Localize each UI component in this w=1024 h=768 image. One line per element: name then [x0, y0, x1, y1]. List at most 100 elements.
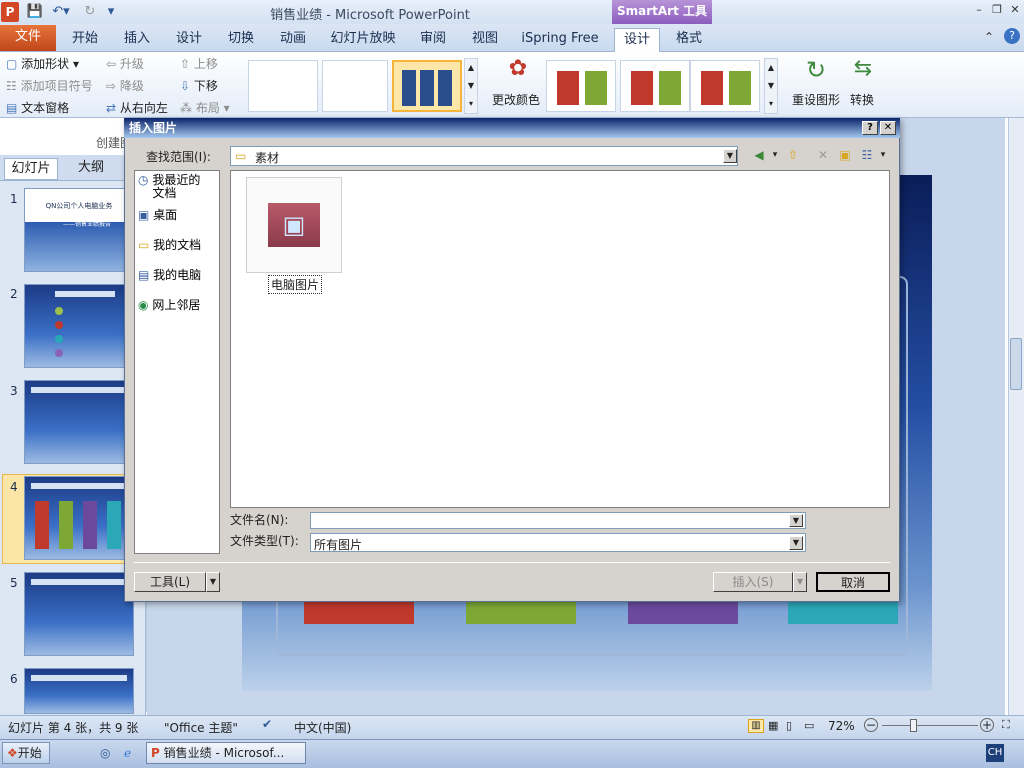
style-option-3[interactable] [690, 60, 760, 112]
layout-option-3[interactable] [392, 60, 462, 112]
layout-option-2[interactable] [322, 60, 388, 112]
reset-graphic-button[interactable]: 重设图形 [792, 90, 840, 110]
tab-slideshow[interactable]: 幻灯片放映 [326, 28, 400, 52]
places-bar [134, 170, 220, 554]
convert-button[interactable]: 转换 [850, 90, 874, 110]
style-option-1[interactable] [546, 60, 616, 112]
restore-icon[interactable]: ❐ [990, 3, 1004, 17]
move-up-button[interactable]: ⇧ 上移 [180, 54, 218, 74]
slide-thumbnail-2[interactable] [24, 284, 134, 368]
views-dropdown-icon[interactable]: ▾ [876, 148, 890, 162]
place-desktop[interactable]: ▣ 桌面 [138, 209, 177, 222]
dialog-help-button[interactable]: ? [862, 121, 878, 135]
smartart-shape-red[interactable] [304, 600, 414, 624]
tools-button[interactable]: 工具(L) [134, 572, 206, 592]
language-indicator[interactable]: 中文(中国) [294, 719, 351, 736]
slide-sorter-icon[interactable]: ▦ [768, 719, 778, 732]
fit-to-window-icon[interactable]: ⛶ [1002, 718, 1010, 732]
new-folder-icon[interactable]: ▣ [838, 148, 852, 162]
tab-transitions[interactable]: 切换 [218, 28, 264, 52]
look-in-dropdown[interactable]: ▭ 素材 ▼ [230, 146, 738, 166]
layout-gallery-scroll[interactable]: ▲ ▼ ▾ [464, 58, 478, 114]
place-network[interactable]: ◉ 网上邻居 [138, 299, 200, 312]
tab-slides[interactable]: 幻灯片 [4, 158, 58, 180]
zoom-slider-track[interactable] [882, 725, 978, 726]
smartart-shape-purple[interactable] [628, 600, 738, 624]
zoom-level[interactable]: 72% [828, 719, 855, 733]
ie-icon[interactable]: ℯ [124, 746, 131, 760]
theme-name[interactable]: "Office 主题" [164, 719, 238, 736]
help-icon[interactable]: ? [1004, 28, 1020, 44]
my-computer-icon: ▤ [138, 268, 150, 282]
tab-animations[interactable]: 动画 [270, 28, 316, 52]
tools-dropdown-icon[interactable]: ▼ [206, 572, 220, 592]
right-to-left-button[interactable]: ⇄ 从右向左 [106, 98, 168, 118]
chevron-down-icon[interactable]: ▼ [789, 514, 803, 527]
promote-button[interactable]: ⇦ 升级 [106, 54, 144, 74]
show-desktop-icon[interactable]: ◎ [100, 746, 110, 760]
reading-view-icon[interactable]: ▯ [786, 719, 792, 732]
file-thumbnail[interactable]: ▣ [246, 177, 342, 273]
filename-input[interactable]: ▼ [310, 512, 806, 529]
slide-thumbnail-5[interactable] [24, 572, 134, 656]
place-recent-documents[interactable]: ◷ 我最近的文档 [138, 174, 206, 200]
slide-thumbnail-1[interactable]: QN公司个人电脑业务 ——销售业绩报告 [24, 188, 134, 272]
tab-file[interactable]: 文件 [0, 25, 56, 51]
zoom-out-icon[interactable]: − [864, 718, 878, 732]
style-option-2[interactable] [620, 60, 690, 112]
move-down-button[interactable]: ⇩ 下移 [180, 76, 218, 96]
tab-review[interactable]: 审阅 [410, 28, 456, 52]
chevron-down-icon[interactable]: ▼ [789, 536, 803, 550]
smartart-shape-green[interactable] [466, 600, 576, 624]
layout-option-1[interactable] [248, 60, 318, 112]
chevron-down-icon[interactable]: ▼ [723, 149, 737, 163]
zoom-in-icon[interactable]: + [980, 718, 994, 732]
delete-icon[interactable]: ✕ [816, 148, 830, 162]
minimize-icon[interactable]: – [972, 3, 986, 17]
slide-thumbnail-6[interactable] [24, 668, 134, 714]
back-icon[interactable]: ◀ [752, 148, 766, 162]
back-dropdown-icon[interactable]: ▾ [768, 148, 782, 162]
filetype-dropdown[interactable]: 所有图片 ▼ [310, 533, 806, 552]
zoom-slider-thumb[interactable] [910, 719, 917, 732]
tab-design[interactable]: 设计 [166, 28, 212, 52]
slide-thumbnail-4[interactable] [24, 476, 134, 560]
change-colors-button[interactable]: 更改颜色 [492, 90, 540, 110]
place-my-documents[interactable]: ▭ 我的文档 [138, 239, 201, 252]
slide-thumbnail-3[interactable] [24, 380, 134, 464]
add-shape-button[interactable]: ▢ 添加形状 ▾ [6, 54, 79, 74]
editor-vertical-scrollbar[interactable] [1008, 118, 1024, 715]
tab-smartart-design[interactable]: 设计 [614, 28, 660, 53]
scrollbar-thumb[interactable] [1010, 338, 1022, 390]
start-button[interactable]: ❖开始 [2, 742, 50, 764]
spellcheck-icon[interactable]: ✔ [262, 717, 272, 731]
tab-view[interactable]: 视图 [462, 28, 508, 52]
insert-button[interactable]: 插入(S) [713, 572, 793, 592]
dialog-close-button[interactable]: ✕ [880, 121, 896, 135]
insert-dropdown-icon[interactable]: ▼ [793, 572, 807, 592]
ime-indicator[interactable]: CH [986, 744, 1004, 762]
style-gallery-scroll[interactable]: ▲ ▼ ▾ [764, 58, 778, 114]
views-icon[interactable]: ☷ [860, 148, 874, 162]
normal-view-icon[interactable]: ▥ [748, 719, 764, 733]
add-shape-icon: ▢ [6, 57, 18, 71]
text-pane-button[interactable]: ▤ 文本窗格 [6, 98, 69, 118]
slideshow-icon[interactable]: ▭ [804, 719, 814, 732]
tab-ispring[interactable]: iSpring Free [516, 28, 604, 52]
up-folder-icon[interactable]: ⇧ [786, 148, 800, 162]
cancel-button[interactable]: 取消 [816, 572, 890, 592]
close-icon[interactable]: ✕ [1008, 3, 1022, 17]
tab-insert[interactable]: 插入 [114, 28, 160, 52]
demote-button[interactable]: ⇨ 降级 [106, 76, 144, 96]
smartart-shape-teal[interactable] [788, 600, 898, 624]
add-bullet-button[interactable]: ☷ 添加项目符号 [6, 76, 93, 96]
file-name-label[interactable]: 电脑图片 [268, 275, 323, 294]
tab-smartart-format[interactable]: 格式 [666, 28, 712, 52]
place-my-computer[interactable]: ▤ 我的电脑 [138, 269, 201, 282]
layout-label: 布局 [195, 101, 220, 115]
taskbar-powerpoint-item[interactable]: P 销售业绩 - Microsof... [146, 742, 306, 764]
layout-button[interactable]: ⁂ 布局 ▾ [180, 98, 230, 118]
tab-home[interactable]: 开始 [62, 28, 108, 52]
collapse-ribbon-icon[interactable]: ⌃ [984, 30, 994, 44]
tab-outline[interactable]: 大纲 [64, 158, 118, 180]
